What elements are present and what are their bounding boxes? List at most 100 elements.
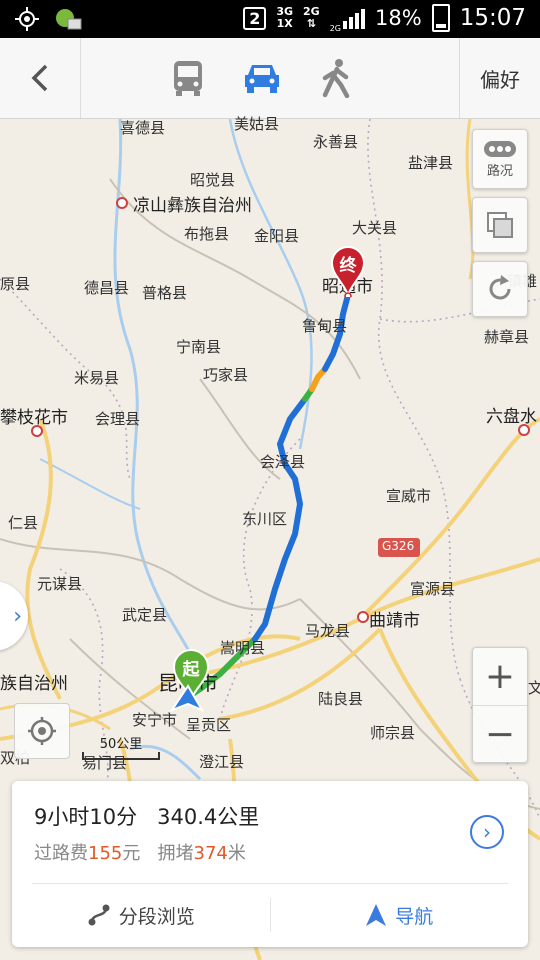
map-label: 富源县 [410,580,456,598]
clock: 15:07 [459,5,526,31]
map-label: 大关县 [352,219,398,237]
network-type-indicator: 3G 1X [276,6,293,30]
route-segments-icon [88,904,110,926]
layers-icon [487,212,513,238]
toll-unit: 元 [122,843,141,864]
car-mode-tab[interactable] [234,48,290,108]
map-label: 攀枝花市 [0,408,68,428]
route-details-button[interactable]: › [470,815,504,849]
map-label: 文 [528,679,540,697]
map-label: 武定县 [122,606,168,624]
end-marker[interactable]: 终 [330,245,366,297]
city-dot [357,611,369,623]
traffic-toggle[interactable]: 路况 [472,129,528,189]
chevron-right-icon: › [483,820,491,844]
congestion-label: 拥堵 [157,843,194,864]
battery-icon [431,4,450,32]
map-label: 美姑县 [234,115,280,133]
zoom-out-button[interactable]: − [473,705,527,763]
zoom-control: + − [472,647,528,763]
route-summary-card[interactable]: 9小时10分 340.4公里 过路费155元 拥堵374米 › 分段浏览 导航 [12,781,528,947]
navigate-button[interactable]: 导航 [269,898,529,932]
map-label: 鲁甸县 [302,317,348,335]
traffic-label: 路况 [486,163,513,179]
navigate-label: 导航 [395,905,434,928]
notification-icon [56,9,82,30]
sim-slot-indicator: 2 [243,6,267,30]
map-scale: 50公里 [82,733,160,760]
refresh-icon [489,275,511,300]
map-label: 布拖县 [184,225,230,243]
locate-button[interactable] [14,703,70,759]
route-duration: 9小时10分 [34,805,138,829]
signal-icon: 2G [329,7,366,33]
status-bar: 2 3G 1X 2G ⇅ 2G 18% 15:07 [0,0,540,38]
segments-label: 分段浏览 [118,905,195,928]
map-label: 宣威市 [386,487,432,505]
walk-icon [322,59,350,98]
map-label: 凉山彝族自治州 [133,196,252,216]
map-label: 六盘水 [486,407,537,427]
route-details: 过路费155元 拥堵374米 [34,839,246,865]
refresh-button[interactable] [472,261,528,317]
back-button[interactable] [0,38,81,118]
signal-2g-label: 2G [329,24,342,33]
plus-icon: + [484,656,516,697]
back-arrow-icon [31,64,48,92]
walk-mode-tab[interactable] [308,48,364,108]
map-label: 米易县 [74,369,120,387]
navigation-arrow-icon [366,904,387,926]
map-label: 会理县 [95,410,141,428]
toll-label: 过路费 [34,843,88,864]
zoom-in-button[interactable]: + [473,648,527,705]
map-label: 元谋县 [37,575,83,593]
map-label: 族自治州 [0,674,68,694]
scale-bar [82,752,160,760]
segments-button[interactable]: 分段浏览 [12,884,270,946]
layers-button[interactable] [472,197,528,253]
city-dot [31,425,43,437]
start-marker-label: 起 [182,660,200,680]
preference-button[interactable]: 偏好 [459,38,540,118]
map-label: 仁县 [8,514,39,532]
route-summary: 9小时10分 340.4公里 [34,801,259,831]
congestion-value: 374 [193,843,228,864]
network-2g-label: 2G [303,5,320,18]
map-label: 师宗县 [370,724,416,742]
bus-mode-tab[interactable] [160,48,216,108]
map-label: 普格县 [142,284,188,302]
chevron-right-icon: › [13,603,22,629]
city-dot [518,424,530,436]
route-mode-bar: 偏好 [0,38,540,119]
map-label: 金阳县 [254,227,300,245]
car-icon [245,65,279,93]
map-label: 宁南县 [176,338,222,356]
battery-percent: 18% [375,6,422,30]
minus-icon: − [484,714,516,755]
map-label: 马龙县 [305,622,351,640]
toll-value: 155 [88,843,123,864]
gps-icon [15,7,39,31]
city-dot [116,197,128,209]
map-label: 曲靖市 [369,611,420,631]
map-label: 喜德县 [120,119,166,137]
map-label: 昭觉县 [190,171,236,189]
map-label: 会泽县 [260,453,306,471]
map-label: 巧家县 [203,366,249,384]
map-label: 德昌县 [84,279,130,297]
map-label: 盐津县 [408,154,454,172]
location-arrow-icon [170,684,204,712]
bus-icon [174,61,202,96]
end-marker-label: 终 [339,256,357,276]
map-label: 呈贡区 [186,716,232,734]
map-label: 原县 [0,275,31,293]
map-label: 澄江县 [199,753,245,771]
traffic-icon [484,140,516,157]
route-distance: 340.4公里 [157,805,260,829]
scale-label: 50公里 [99,737,143,752]
map-label: 嵩明县 [220,639,266,657]
network-type-bottom: 1X [276,17,293,30]
map-label: 陆良县 [318,690,364,708]
congestion-unit: 米 [227,843,246,864]
map-label: G326 [382,539,415,553]
